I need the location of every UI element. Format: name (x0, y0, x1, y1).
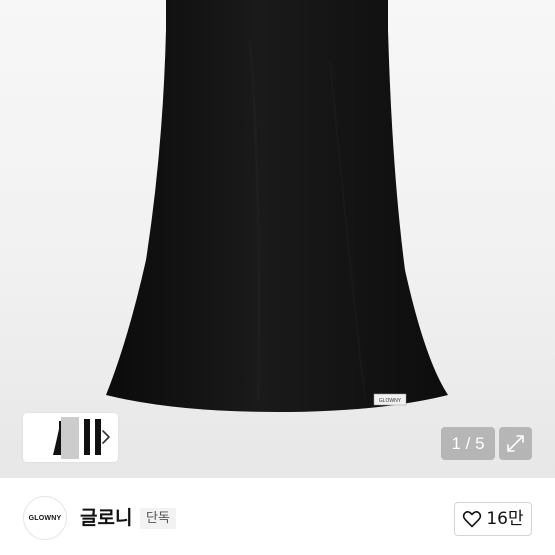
expand-image-button[interactable] (499, 427, 532, 460)
image-pager: 1 / 5 (441, 427, 495, 460)
exclusive-badge: 단독 (140, 508, 176, 529)
like-count: 16만 (486, 509, 524, 529)
expand-icon (507, 435, 524, 452)
thumbnail-divider (61, 417, 79, 459)
like-button[interactable]: 16만 (454, 502, 532, 536)
brand-logo[interactable]: GLOWNY (23, 496, 67, 540)
product-image-gallery[interactable]: GLOWNY 1 / 5 (0, 0, 555, 478)
dress-label-tag: GLOWNY (373, 393, 407, 406)
dress-shape (106, 0, 448, 412)
heart-outline-icon (463, 511, 482, 528)
svg-text:GLOWNY: GLOWNY (379, 398, 402, 404)
chevron-right-icon[interactable] (98, 426, 114, 448)
brand-name[interactable]: 글로니 (80, 506, 132, 530)
product-image[interactable]: GLOWNY (0, 0, 555, 478)
